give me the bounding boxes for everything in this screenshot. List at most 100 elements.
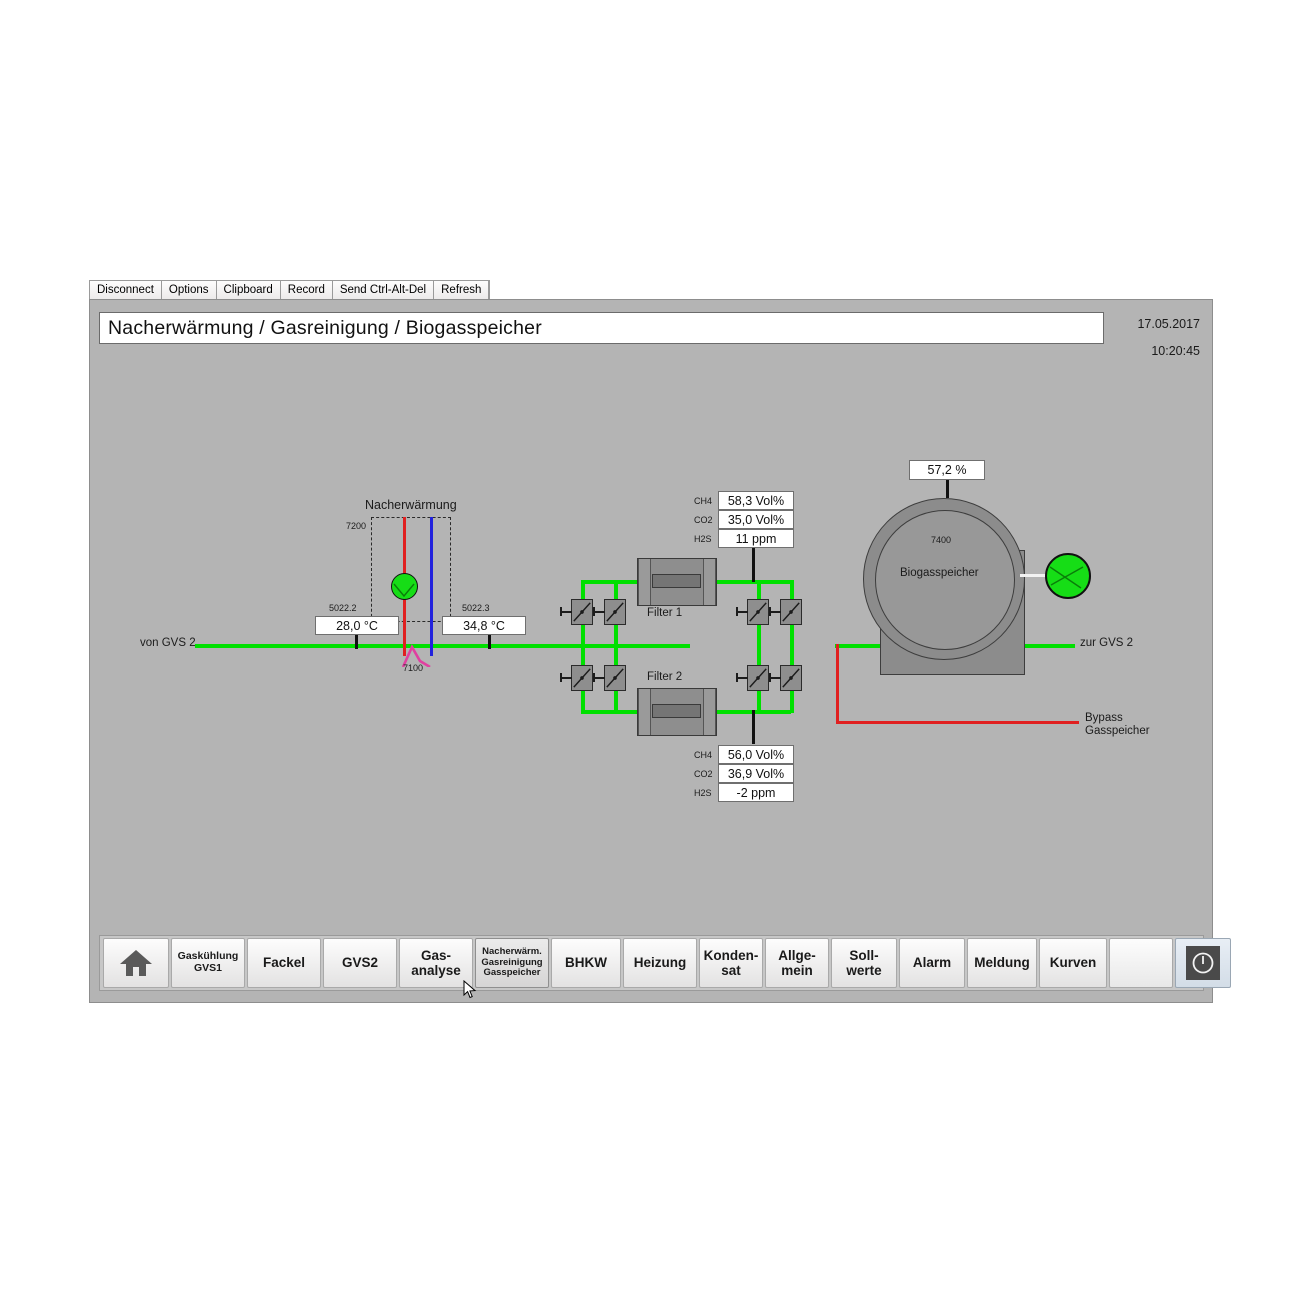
nav-button-gaskuehlung-gvs1[interactable]: Gaskühlung GVS1 <box>171 938 245 988</box>
sensor-stem-left <box>355 633 358 649</box>
valve-stem-cap <box>593 673 595 682</box>
vnc-button-options[interactable]: Options <box>161 281 217 300</box>
nav-button-home[interactable] <box>103 938 169 988</box>
filter-2-cap-right <box>703 689 716 735</box>
valve-slash-icon <box>606 602 624 622</box>
valve-filter2-inlet-1[interactable] <box>560 665 593 691</box>
valve-filter1-inlet-2[interactable] <box>593 599 626 625</box>
hmi-window: Nacherwärmung / Gasreinigung / Biogasspe… <box>89 299 1231 1003</box>
process-schematic: von GVS 2 zur GVS 2 Nacherwärmung 7200 7… <box>90 350 1212 940</box>
pipe-bypass-riser <box>836 644 839 724</box>
valve-stem <box>770 677 781 679</box>
valve-stem-cap <box>736 607 738 616</box>
nav-button-alarm[interactable]: Alarm <box>899 938 965 988</box>
blower-connector <box>1020 574 1048 577</box>
vnc-button-disconnect[interactable]: Disconnect <box>90 281 162 300</box>
gas-blower[interactable] <box>1045 553 1091 599</box>
valve-filter1-inlet-1[interactable] <box>560 599 593 625</box>
nav-button-bhkw[interactable]: BHKW <box>551 938 621 988</box>
filter-1-element <box>652 574 701 588</box>
vnc-button-record[interactable]: Record <box>280 281 333 300</box>
valve-stem-cap <box>736 673 738 682</box>
bypass-label-line1: Bypass <box>1085 712 1123 724</box>
gas-bot-label-co2: CO2 <box>694 769 713 779</box>
navigation-bar: Gaskühlung GVS1 Fackel GVS2 Gas- analyse… <box>99 935 1231 991</box>
pump-symbol-icon <box>393 583 415 598</box>
gas-storage-tag-7400: 7400 <box>931 535 952 545</box>
gas-bot-label-h2s: H2S <box>694 788 712 798</box>
valve-filter1-outlet-2[interactable] <box>769 599 802 625</box>
vnc-button-send-ctrl-alt-del[interactable]: Send Ctrl-Alt-Del <box>332 281 435 300</box>
gas-top-value-h2s: 11 ppm <box>718 529 794 548</box>
valve-slash-icon <box>782 668 800 688</box>
page-title-bar: Nacherwärmung / Gasreinigung / Biogasspe… <box>99 312 1104 344</box>
valve-stem-cap <box>769 607 771 616</box>
filter-1-body <box>637 558 717 606</box>
home-icon <box>120 950 152 976</box>
valve-stem <box>594 677 605 679</box>
gas-top-label-h2s: H2S <box>694 534 712 544</box>
power-icon <box>1192 952 1214 974</box>
circulation-pump[interactable] <box>391 573 418 600</box>
sensor-stem-right <box>488 633 491 649</box>
exchanger-tag-7100: 7100 <box>403 663 424 673</box>
gas-top-label-co2: CO2 <box>694 515 713 525</box>
valve-stem-cap <box>769 673 771 682</box>
valve-slash-icon <box>749 602 767 622</box>
sensor-tag-5022-3: 5022.3 <box>462 603 490 613</box>
valve-filter2-outlet-2[interactable] <box>769 665 802 691</box>
valve-filter1-outlet-1[interactable] <box>736 599 769 625</box>
temperature-value-left: 28,0 °C <box>315 616 399 635</box>
valve-slash-icon <box>573 602 591 622</box>
valve-stem <box>594 611 605 613</box>
gas-storage-label: Biogasspeicher <box>900 567 979 579</box>
gas-bot-value-h2s: -2 ppm <box>718 783 794 802</box>
valve-slash-icon <box>606 668 624 688</box>
vnc-button-refresh[interactable]: Refresh <box>434 281 490 300</box>
gas-bot-label-ch4: CH4 <box>694 750 713 760</box>
valve-filter2-outlet-1[interactable] <box>736 665 769 691</box>
nav-button-sollwerte[interactable]: Soll- werte <box>831 938 897 988</box>
pipe-main-mid <box>580 644 690 648</box>
nav-button-blank[interactable] <box>1109 938 1173 988</box>
nav-button-kurven[interactable]: Kurven <box>1039 938 1107 988</box>
filter-1-cap-right <box>703 559 716 605</box>
gas-analysis-top-stem <box>752 548 755 582</box>
nav-button-gvs2[interactable]: GVS2 <box>323 938 397 988</box>
temperature-value-right: 34,8 °C <box>442 616 526 635</box>
filter-2-cap-left <box>638 689 651 735</box>
gas-storage-membrane <box>875 510 1015 650</box>
blower-blades-icon <box>1049 566 1084 589</box>
filter-2-element <box>652 704 701 718</box>
nav-button-fackel[interactable]: Fackel <box>247 938 321 988</box>
valve-stem <box>561 611 572 613</box>
valve-slash-icon <box>782 602 800 622</box>
pipe-bypass-run <box>836 721 1079 724</box>
nav-button-kondensat[interactable]: Konden- sat <box>699 938 763 988</box>
valve-stem-cap <box>560 607 562 616</box>
vnc-toolbar: Disconnect Options Clipboard Record Send… <box>89 280 491 300</box>
filter-1-label: Filter 1 <box>647 607 683 619</box>
filter-2-label: Filter 2 <box>647 671 683 683</box>
outlet-label: zur GVS 2 <box>1080 637 1134 649</box>
nav-button-allgemein[interactable]: Allge- mein <box>765 938 829 988</box>
heat-exchanger-7100 <box>401 644 431 667</box>
nav-button-gasanalyse[interactable]: Gas- analyse <box>399 938 473 988</box>
filter-2-body <box>637 688 717 736</box>
valve-stem-cap <box>560 673 562 682</box>
valve-stem <box>737 677 748 679</box>
nav-button-heizung[interactable]: Heizung <box>623 938 697 988</box>
vnc-button-clipboard[interactable]: Clipboard <box>216 281 281 300</box>
nav-button-nacherwaermung-gasreinigung-gasspeicher[interactable]: Nacherwärm. Gasreinigung Gasspeicher <box>475 938 549 988</box>
sensor-tag-5022-2: 5022.2 <box>329 603 357 613</box>
nav-button-meldung[interactable]: Meldung <box>967 938 1037 988</box>
valve-filter2-inlet-2[interactable] <box>593 665 626 691</box>
gas-top-value-ch4: 58,3 Vol% <box>718 491 794 510</box>
nav-button-power[interactable] <box>1175 938 1231 988</box>
gas-analysis-bottom-stem <box>752 710 755 744</box>
valve-stem <box>561 677 572 679</box>
gas-top-value-co2: 35,0 Vol% <box>718 510 794 529</box>
page-title: Nacherwärmung / Gasreinigung / Biogasspe… <box>108 316 542 339</box>
gas-storage-level-value: 57,2 % <box>909 460 985 480</box>
gas-top-label-ch4: CH4 <box>694 496 713 506</box>
